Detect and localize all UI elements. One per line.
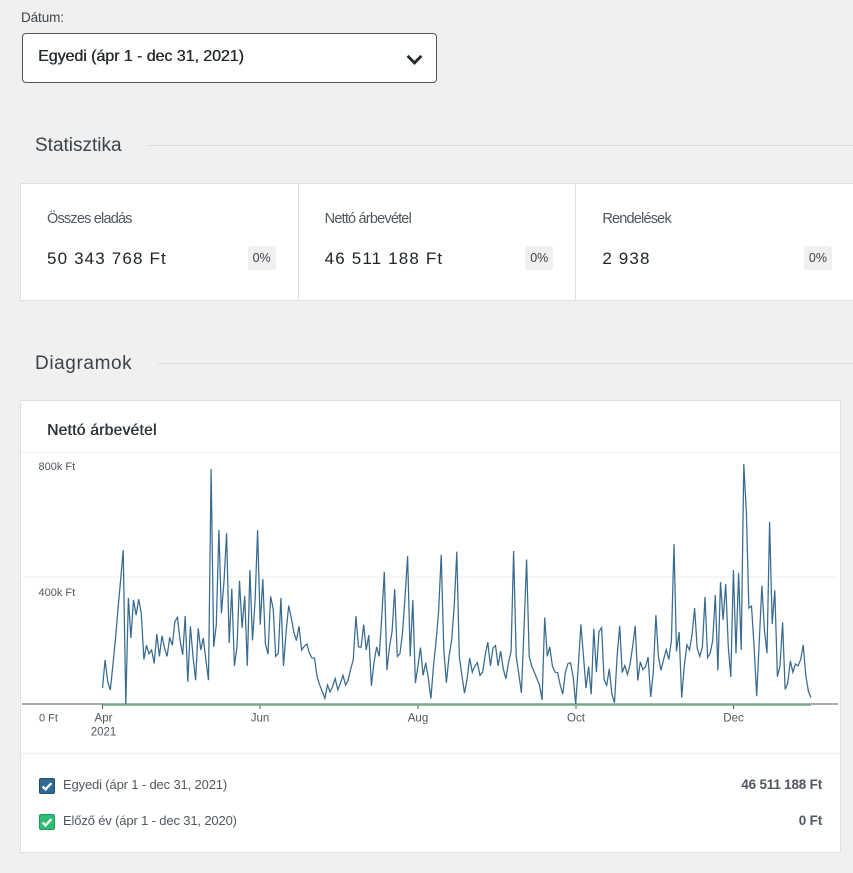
svg-text:400k Ft: 400k Ft: [39, 587, 76, 599]
svg-text:Dec: Dec: [723, 713, 744, 725]
svg-text:Oct: Oct: [567, 713, 586, 725]
svg-text:Jun: Jun: [251, 713, 270, 725]
svg-text:800k Ft: 800k Ft: [39, 461, 76, 473]
svg-text:0 Ft: 0 Ft: [39, 713, 58, 725]
svg-text:Apr: Apr: [95, 713, 113, 725]
svg-text:2021: 2021: [91, 727, 117, 739]
svg-text:Aug: Aug: [408, 713, 428, 725]
